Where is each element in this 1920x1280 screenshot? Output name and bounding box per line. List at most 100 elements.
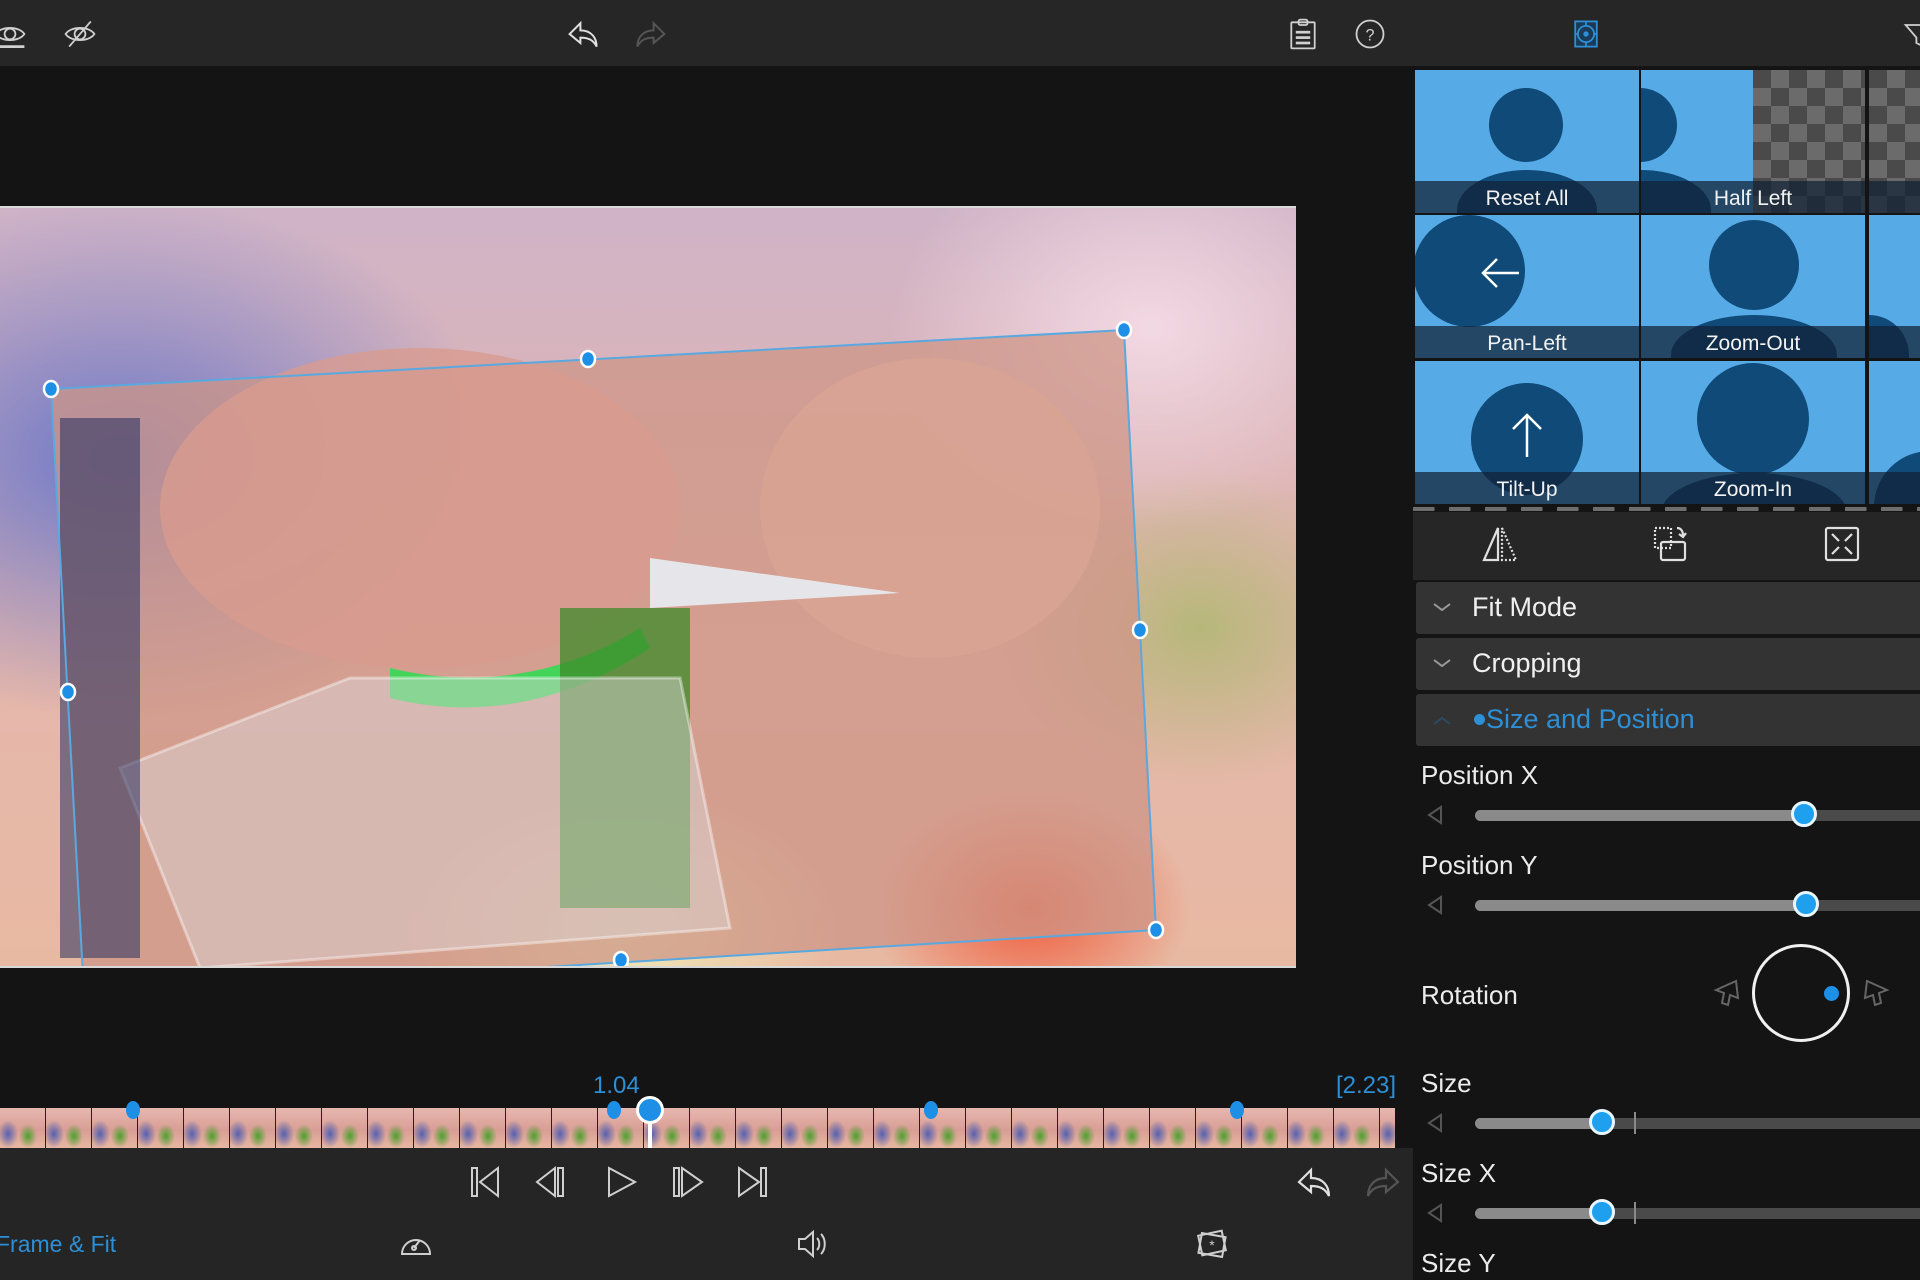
keyframe-marker[interactable]	[1229, 1101, 1244, 1119]
filter-icon[interactable]	[1900, 14, 1920, 54]
filmstrip-frame	[1288, 1108, 1333, 1148]
handle-top-right[interactable]	[1115, 320, 1133, 340]
svg-text:?: ?	[1365, 26, 1374, 44]
modified-dot-icon	[1474, 714, 1485, 725]
size-y-label: Size Y	[1421, 1248, 1496, 1278]
filmstrip-frame	[1058, 1108, 1103, 1148]
rotate-frame-icon[interactable]	[1651, 524, 1691, 564]
filmstrip-frame	[1150, 1108, 1195, 1148]
top-toolbar: ?	[0, 0, 1920, 66]
timeline-redo-icon[interactable]	[1362, 1162, 1402, 1202]
filmstrip-frame	[46, 1108, 91, 1148]
rotation-indicator[interactable]	[1823, 985, 1839, 1001]
rotate-cw-icon[interactable]	[1863, 978, 1891, 1008]
reset-arrow-icon[interactable]	[1425, 1202, 1445, 1224]
undo-icon[interactable]	[564, 14, 604, 54]
filmstrip-frame	[1012, 1108, 1057, 1148]
filmstrip-frame	[230, 1108, 275, 1148]
section-label: Cropping	[1472, 648, 1582, 678]
slider-knob[interactable]	[1589, 1199, 1616, 1225]
filmstrip-frame	[1242, 1108, 1287, 1148]
step-back-icon[interactable]	[533, 1164, 569, 1200]
person-head-icon	[1489, 88, 1563, 162]
keyframe-marker[interactable]	[125, 1101, 140, 1119]
filmstrip-frame	[506, 1108, 551, 1148]
clip-duration: [2.23]	[1336, 1072, 1397, 1099]
keyframe-marker[interactable]	[606, 1101, 621, 1119]
handle-top[interactable]	[579, 349, 597, 369]
preset-zoom-in[interactable]: Zoom-In	[1641, 361, 1865, 504]
size-slider[interactable]	[1425, 1108, 1920, 1138]
volume-icon[interactable]	[795, 1226, 831, 1262]
preset-tilt-up[interactable]: Tilt-Up	[1415, 361, 1639, 504]
section-size-and-position[interactable]: Size and Position	[1416, 694, 1920, 746]
filmstrip-frame	[1380, 1108, 1395, 1148]
chevron-up-icon	[1433, 716, 1451, 725]
filmstrip-frame	[368, 1108, 413, 1148]
help-icon[interactable]: ?	[1350, 14, 1390, 54]
filmstrip-frame	[414, 1108, 459, 1148]
step-forward-icon[interactable]	[670, 1164, 706, 1200]
video-preview[interactable]	[0, 66, 1413, 1051]
redo-icon[interactable]	[630, 14, 670, 54]
preset-tile-partial[interactable]	[1869, 70, 1920, 213]
video-frame[interactable]	[0, 206, 1296, 968]
position-x-slider[interactable]	[1425, 800, 1920, 830]
slider-knob[interactable]	[1790, 801, 1817, 827]
size-x-label: Size X	[1421, 1158, 1497, 1188]
preset-label: Tilt-Up	[1496, 478, 1558, 501]
skip-to-end-icon[interactable]	[735, 1164, 771, 1200]
arrow-up-icon	[1512, 413, 1542, 457]
section-cropping[interactable]: Cropping	[1416, 638, 1920, 690]
preset-tile-partial[interactable]	[1869, 215, 1920, 358]
slider-knob[interactable]	[1589, 1109, 1616, 1135]
pan-zoom-target-icon[interactable]	[1566, 14, 1606, 54]
rotation-label: Rotation	[1421, 980, 1518, 1010]
rotate-ccw-icon[interactable]	[1712, 978, 1740, 1008]
preset-label: Reset All	[1485, 187, 1569, 210]
hand-shape	[760, 358, 1100, 658]
default-tick	[1634, 1202, 1636, 1224]
preset-tile-partial[interactable]	[1869, 361, 1920, 504]
filmstrip-frame	[736, 1108, 781, 1148]
skip-to-start-icon[interactable]	[468, 1164, 504, 1200]
fit-to-frame-icon[interactable]	[1822, 524, 1862, 564]
play-icon[interactable]	[603, 1164, 639, 1200]
eye-show-icon[interactable]	[0, 14, 30, 54]
position-y-label: Position Y	[1421, 850, 1538, 880]
handle-bottom[interactable]	[612, 950, 630, 968]
handle-bottom-right[interactable]	[1147, 920, 1165, 940]
effects-icon[interactable]: *	[1194, 1226, 1230, 1262]
section-fit-mode[interactable]: Fit Mode	[1416, 582, 1920, 634]
handle-top-left[interactable]	[42, 379, 60, 399]
reset-arrow-icon[interactable]	[1425, 894, 1445, 916]
arrow-left-icon	[1481, 258, 1519, 288]
clipboard-icon[interactable]	[1283, 14, 1323, 54]
filmstrip-frame	[322, 1108, 367, 1148]
preset-label: Pan-Left	[1487, 332, 1567, 355]
playhead[interactable]	[636, 1096, 665, 1124]
eye-hide-icon[interactable]	[60, 14, 100, 54]
filmstrip-frame	[276, 1108, 321, 1148]
handle-right[interactable]	[1131, 620, 1149, 640]
frame-and-fit-tab[interactable]: Frame & Fit	[0, 1231, 116, 1258]
current-time: 1.04	[593, 1072, 640, 1099]
size-x-slider[interactable]	[1425, 1198, 1920, 1228]
flip-icon[interactable]	[1480, 524, 1520, 564]
slider-knob[interactable]	[1793, 891, 1820, 917]
rotation-dial[interactable]	[1752, 944, 1850, 1042]
preset-reset-all[interactable]: Reset All	[1415, 70, 1639, 213]
reset-arrow-icon[interactable]	[1425, 804, 1445, 826]
preset-pan-left[interactable]: Pan-Left	[1415, 215, 1639, 358]
filmstrip-frame	[782, 1108, 827, 1148]
filmstrip[interactable]	[0, 1108, 1395, 1148]
speed-icon[interactable]	[398, 1226, 434, 1262]
preset-half-left[interactable]: Half Left	[1641, 70, 1865, 213]
timeline-undo-icon[interactable]	[1295, 1162, 1335, 1202]
handle-left[interactable]	[59, 682, 77, 702]
preset-zoom-out[interactable]: Zoom-Out	[1641, 215, 1865, 358]
position-y-slider[interactable]	[1425, 890, 1920, 920]
filmstrip-frame	[874, 1108, 919, 1148]
reset-arrow-icon[interactable]	[1425, 1112, 1445, 1134]
transform-overlay[interactable]	[0, 208, 1296, 968]
